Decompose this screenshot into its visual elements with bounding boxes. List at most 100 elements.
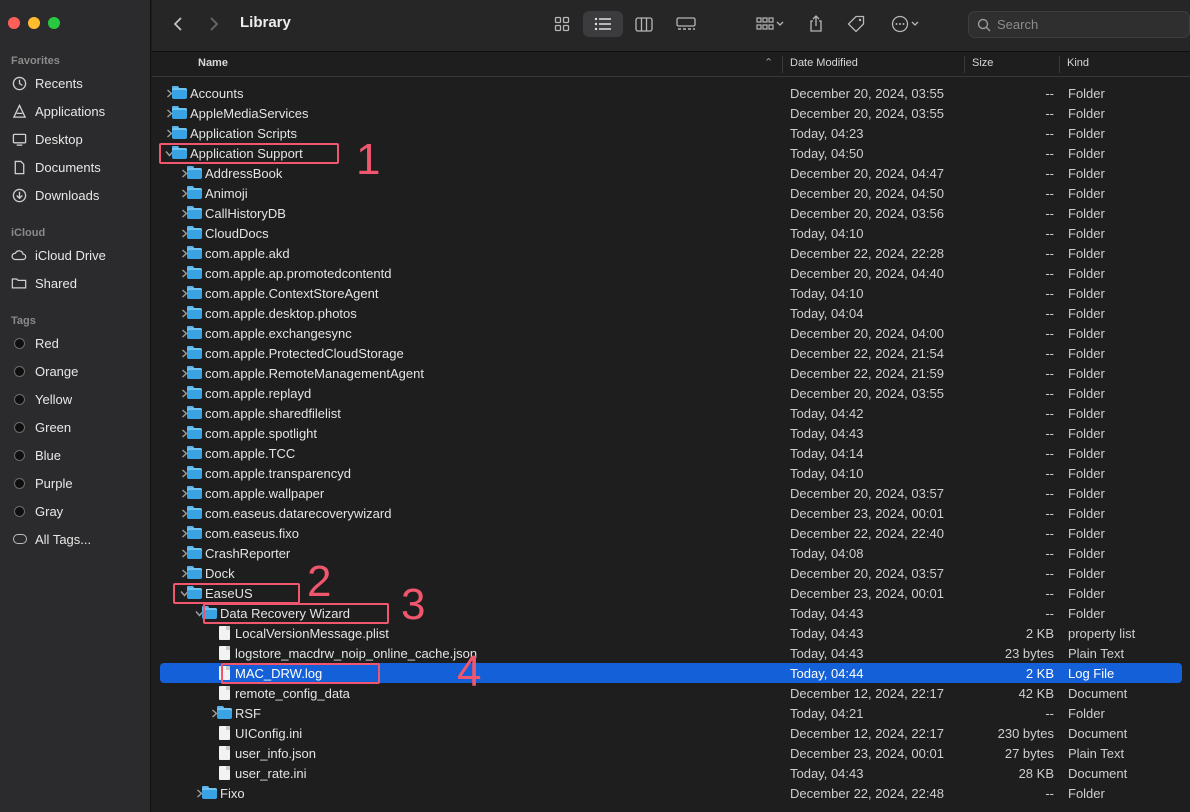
action-menu-button[interactable] <box>886 11 926 37</box>
file-kind: Folder <box>1068 166 1105 181</box>
file-row[interactable]: com.apple.exchangesync December 20, 2024,… <box>160 323 1182 343</box>
file-row[interactable]: LocalVersionMessage.plist Today, 04:43 2 K… <box>160 623 1182 643</box>
forward-button[interactable] <box>204 11 224 37</box>
file-name: Dock <box>205 566 235 581</box>
date-modified: Today, 04:10 <box>790 466 864 481</box>
file-name: com.apple.exchangesync <box>205 326 352 341</box>
column-divider[interactable] <box>1059 56 1060 73</box>
minimize-window-button[interactable] <box>28 17 40 29</box>
file-row[interactable]: UIConfig.ini December 12, 2024, 22:17 230 … <box>160 723 1182 743</box>
sidebar-item-icloud-drive[interactable]: iCloud Drive <box>11 244 106 266</box>
sidebar-item-shared[interactable]: Shared <box>11 272 77 294</box>
file-row[interactable]: com.easeus.fixo December 22, 2024, 22:40 -… <box>160 523 1182 543</box>
file-row[interactable]: user_rate.ini Today, 04:43 28 KB Document <box>160 763 1182 783</box>
sidebar-tag-gray[interactable]: Gray <box>11 500 63 522</box>
gallery-view-button[interactable] <box>670 11 702 37</box>
group-by-button[interactable] <box>750 11 790 37</box>
sidebar-all-tags[interactable]: All Tags... <box>11 528 91 550</box>
column-date-header[interactable]: Date Modified <box>790 57 858 69</box>
sidebar-item-applications[interactable]: Applications <box>11 100 105 122</box>
sidebar-item-documents[interactable]: Documents <box>11 156 101 178</box>
folder-icon <box>187 426 202 440</box>
file-kind: Folder <box>1068 246 1105 261</box>
tag-button[interactable] <box>844 11 868 37</box>
date-modified: Today, 04:04 <box>790 306 864 321</box>
annotation-box <box>203 603 389 624</box>
sidebar-item-downloads[interactable]: Downloads <box>11 184 99 206</box>
file-row[interactable]: CallHistoryDB December 20, 2024, 03:56 -- F… <box>160 203 1182 223</box>
file-row[interactable]: remote_config_data December 12, 2024, 22:… <box>160 683 1182 703</box>
file-kind: Folder <box>1068 326 1105 341</box>
date-modified: Today, 04:10 <box>790 226 864 241</box>
column-size-header[interactable]: Size <box>972 57 993 69</box>
sidebar-tag-red[interactable]: Red <box>11 332 59 354</box>
file-row[interactable]: RSF Today, 04:21 -- Folder <box>160 703 1182 723</box>
sidebar-tag-orange[interactable]: Orange <box>11 360 78 382</box>
file-kind: Folder <box>1068 526 1105 541</box>
file-kind: Folder <box>1068 406 1105 421</box>
file-row[interactable]: AddressBook December 20, 2024, 04:47 -- Fol… <box>160 163 1182 183</box>
file-kind: Folder <box>1068 706 1105 721</box>
file-row[interactable]: Application Scripts Today, 04:23 -- Folder <box>160 123 1182 143</box>
file-row[interactable]: com.apple.ap.promotedcontentd December 20… <box>160 263 1182 283</box>
file-row[interactable]: CloudDocs Today, 04:10 -- Folder <box>160 223 1182 243</box>
share-button[interactable] <box>804 11 828 37</box>
sidebar-tag-blue[interactable]: Blue <box>11 444 61 466</box>
file-name: user_info.json <box>235 746 316 761</box>
file-row[interactable]: com.apple.spotlight Today, 04:43 -- Folder <box>160 423 1182 443</box>
shared-folder-icon <box>11 275 27 291</box>
file-kind: Folder <box>1068 546 1105 561</box>
list-view-button[interactable] <box>583 11 623 37</box>
column-kind-header[interactable]: Kind <box>1067 57 1089 69</box>
column-name-header[interactable]: Name <box>198 57 228 69</box>
column-divider[interactable] <box>782 56 783 73</box>
folder-icon <box>187 266 202 280</box>
column-view-button[interactable] <box>628 11 660 37</box>
date-modified: Today, 04:43 <box>790 426 864 441</box>
file-row[interactable]: com.apple.wallpaper December 20, 2024, 03… <box>160 483 1182 503</box>
file-name: com.apple.ProtectedCloudStorage <box>205 346 404 361</box>
search-field[interactable] <box>968 11 1190 38</box>
file-row[interactable]: AppleMediaServices December 20, 2024, 03:… <box>160 103 1182 123</box>
sidebar-item-desktop[interactable]: Desktop <box>11 128 83 150</box>
sidebar-tag-yellow[interactable]: Yellow <box>11 388 72 410</box>
tag-dot-icon <box>14 449 25 461</box>
file-row[interactable]: user_info.json December 23, 2024, 00:01 27… <box>160 743 1182 763</box>
file-kind: Folder <box>1068 426 1105 441</box>
back-button[interactable] <box>168 11 188 37</box>
file-row[interactable]: logstore_macdrw_noip_online_cache.json To… <box>160 643 1182 663</box>
file-row[interactable]: com.apple.desktop.photos Today, 04:04 -- Fo… <box>160 303 1182 323</box>
sidebar-item-label: Blue <box>35 447 62 463</box>
annotation-box <box>159 143 339 164</box>
file-kind: Document <box>1068 726 1128 741</box>
close-window-button[interactable] <box>8 17 20 29</box>
file-row[interactable]: Accounts December 20, 2024, 03:55 -- Folder <box>160 83 1182 103</box>
file-row[interactable]: com.apple.replayd December 20, 2024, 03:5… <box>160 383 1182 403</box>
sidebar-tag-purple[interactable]: Purple <box>11 472 73 494</box>
search-input[interactable] <box>997 17 1187 32</box>
sidebar-item-label: Yellow <box>35 391 73 407</box>
file-row[interactable]: com.apple.ProtectedCloudStorage December … <box>160 343 1182 363</box>
column-divider[interactable] <box>964 56 965 73</box>
file-row[interactable]: com.easeus.datarecoverywizard December 23… <box>160 503 1182 523</box>
icon-view-button[interactable] <box>546 11 578 37</box>
file-row[interactable]: Fixo December 22, 2024, 22:48 -- Folder <box>160 783 1182 803</box>
file-row[interactable]: com.apple.ContextStoreAgent Today, 04:10 -… <box>160 283 1182 303</box>
file-row[interactable]: com.apple.akd December 22, 2024, 22:28 -- F… <box>160 243 1182 263</box>
chevron-left-icon <box>173 17 182 31</box>
zoom-window-button[interactable] <box>48 17 60 29</box>
file-size: -- <box>1045 586 1054 601</box>
sidebar-tag-green[interactable]: Green <box>11 416 71 438</box>
date-modified: Today, 04:43 <box>790 606 864 621</box>
file-kind: Folder <box>1068 346 1105 361</box>
file-row[interactable]: com.apple.RemoteManagementAgent December … <box>160 363 1182 383</box>
date-modified: Today, 04:42 <box>790 406 864 421</box>
sort-chevron-icon[interactable]: ⌃ <box>764 56 773 69</box>
file-row[interactable]: com.apple.TCC Today, 04:14 -- Folder <box>160 443 1182 463</box>
file-row[interactable]: com.apple.transparencyd Today, 04:10 -- Fol… <box>160 463 1182 483</box>
file-row[interactable]: Animoji December 20, 2024, 04:50 -- Folder <box>160 183 1182 203</box>
file-row[interactable]: com.apple.sharedfilelist Today, 04:42 -- Fo… <box>160 403 1182 423</box>
column-header: Name ⌃ Date Modified Size Kind <box>152 52 1190 77</box>
file-size: -- <box>1045 706 1054 721</box>
sidebar-item-recents[interactable]: Recents <box>11 72 83 94</box>
